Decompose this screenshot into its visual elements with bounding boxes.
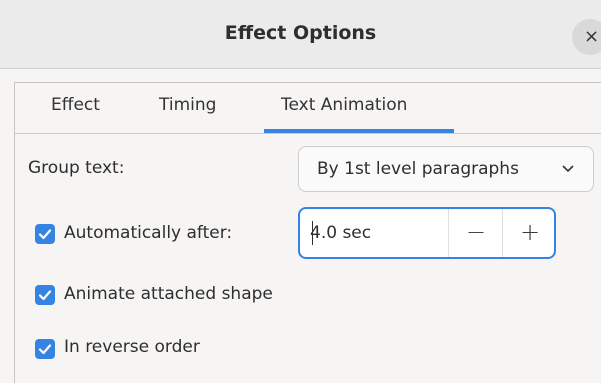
decrement-button[interactable]: − — [450, 209, 502, 257]
delay-input[interactable] — [310, 223, 440, 243]
tab-text-animation[interactable]: Text Animation — [281, 95, 407, 115]
automatically-after-checkbox[interactable] — [35, 224, 55, 244]
tab-bar: Effect Timing Text Animation — [15, 83, 601, 134]
minus-icon: − — [465, 218, 487, 246]
group-text-selected: By 1st level paragraphs — [317, 159, 519, 179]
tab-timing[interactable]: Timing — [159, 95, 216, 115]
increment-button[interactable]: + — [504, 209, 556, 257]
close-button[interactable]: × — [572, 19, 601, 55]
checkmark-icon — [38, 229, 52, 240]
delay-spinbox: − + — [298, 207, 556, 259]
automatically-after-label[interactable]: Automatically after: — [64, 223, 232, 243]
animate-attached-shape-checkbox[interactable] — [35, 285, 55, 305]
group-text-dropdown[interactable]: By 1st level paragraphs — [298, 146, 594, 192]
tab-effect[interactable]: Effect — [51, 95, 100, 115]
in-reverse-order-checkbox[interactable] — [35, 339, 55, 359]
close-icon: × — [584, 26, 600, 47]
active-tab-indicator — [264, 129, 454, 133]
animate-attached-shape-label[interactable]: Animate attached shape — [64, 284, 273, 304]
title-bar: Effect Options × — [0, 0, 601, 69]
dialog-title: Effect Options — [224, 22, 377, 44]
chevron-down-icon — [562, 165, 574, 173]
checkmark-icon — [38, 290, 52, 301]
checkmark-icon — [38, 344, 52, 355]
text-caret — [312, 221, 313, 245]
in-reverse-order-label[interactable]: In reverse order — [64, 337, 200, 357]
plus-icon: + — [519, 218, 541, 246]
spin-divider — [502, 209, 503, 257]
group-text-label: Group text: — [28, 158, 125, 178]
spin-divider — [448, 209, 449, 257]
